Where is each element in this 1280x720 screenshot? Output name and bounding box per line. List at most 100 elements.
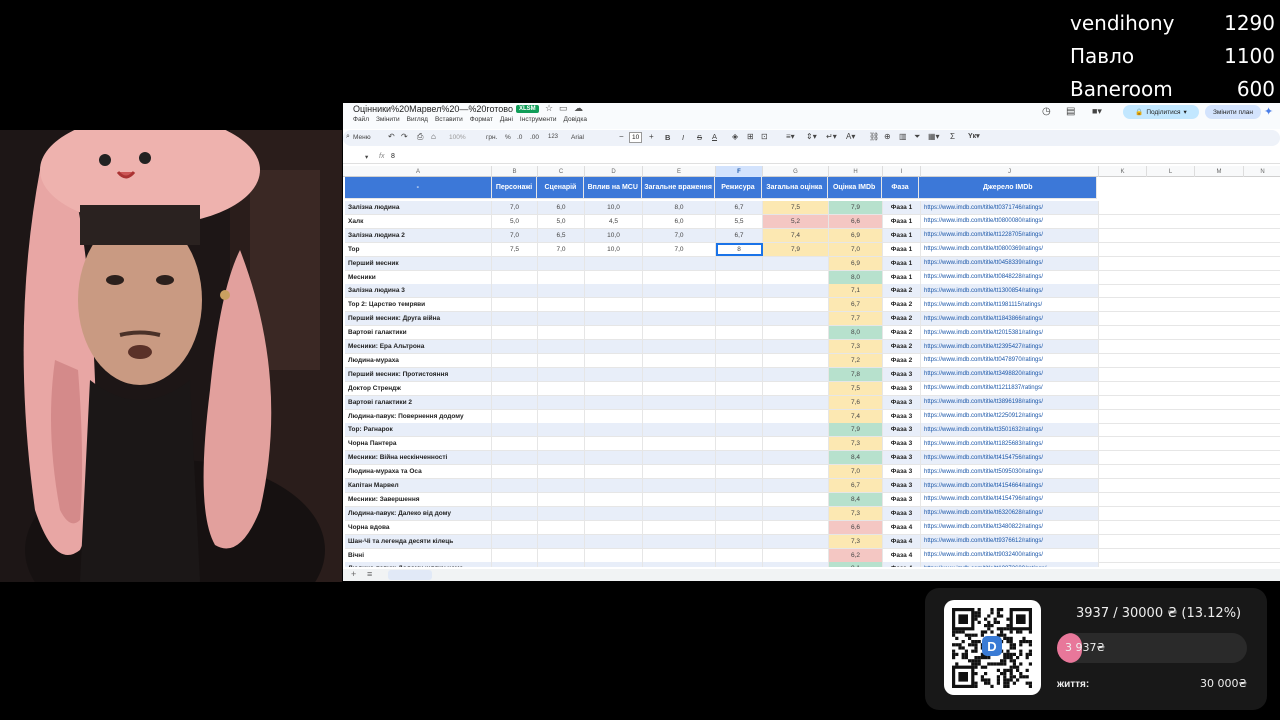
imdb-link-cell[interactable]: https://www.imdb.com/title/tt5095030/rat… xyxy=(921,465,1099,479)
directing-cell[interactable] xyxy=(716,465,763,479)
overall-impression-cell[interactable] xyxy=(643,479,716,492)
menu-search-label[interactable]: Меню xyxy=(353,134,371,141)
total-score-cell[interactable] xyxy=(763,479,829,492)
directing-cell[interactable] xyxy=(716,492,763,506)
selected-cell[interactable]: 8 xyxy=(716,242,763,256)
mcu-impact-cell[interactable] xyxy=(585,465,643,479)
phase-cell[interactable]: Фаза 1 xyxy=(883,201,921,214)
title-cell[interactable]: Тор xyxy=(345,242,492,256)
overall-impression-cell[interactable] xyxy=(643,326,716,340)
imdb-rating-cell[interactable]: 7,5 xyxy=(829,381,883,395)
imdb-rating-cell[interactable]: 7,3 xyxy=(829,340,883,353)
imdb-rating-cell[interactable]: 8,0 xyxy=(829,326,883,340)
directing-cell[interactable]: 5,5 xyxy=(716,214,763,228)
print-icon[interactable]: ⎙ xyxy=(417,132,423,142)
mcu-impact-cell[interactable] xyxy=(585,326,643,340)
mcu-impact-cell[interactable] xyxy=(585,340,643,353)
directing-cell[interactable] xyxy=(716,562,763,567)
characters-cell[interactable] xyxy=(492,479,538,492)
directing-cell[interactable] xyxy=(716,506,763,520)
title-cell[interactable]: Доктор Стрендж xyxy=(345,381,492,395)
overall-impression-cell[interactable] xyxy=(643,437,716,451)
decimal-increase-icon[interactable]: .00 xyxy=(530,134,539,141)
cloud-icon[interactable]: ☁ xyxy=(574,103,583,114)
total-score-cell[interactable] xyxy=(763,298,829,312)
title-cell[interactable]: Месники: Ера Альтрона xyxy=(345,340,492,353)
mcu-impact-cell[interactable] xyxy=(585,437,643,451)
imdb-link-cell[interactable]: https://www.imdb.com/title/tt3480822/rat… xyxy=(921,520,1099,534)
column-header[interactable]: L xyxy=(1147,166,1195,177)
formula-input[interactable]: 8 xyxy=(391,153,395,160)
title-cell[interactable]: Перший месник: Друга війна xyxy=(345,312,492,326)
characters-cell[interactable] xyxy=(492,548,538,562)
screenplay-cell[interactable] xyxy=(538,367,585,381)
phase-cell[interactable]: Фаза 3 xyxy=(883,395,921,409)
menu-item[interactable]: Вигляд xyxy=(407,116,428,123)
decimal-decrease-icon[interactable]: .0 xyxy=(517,134,522,141)
header-cell[interactable]: Персонажі xyxy=(491,177,538,198)
directing-cell[interactable] xyxy=(716,284,763,298)
imdb-rating-cell[interactable]: 7,2 xyxy=(829,353,883,367)
total-score-cell[interactable] xyxy=(763,506,829,520)
mcu-impact-cell[interactable]: 10,0 xyxy=(585,242,643,256)
title-cell[interactable]: Людина-мураха xyxy=(345,353,492,367)
menu-item[interactable]: Змінити xyxy=(376,116,400,123)
phase-cell[interactable]: Фаза 3 xyxy=(883,437,921,451)
mcu-impact-cell[interactable] xyxy=(585,520,643,534)
phase-cell[interactable]: Фаза 1 xyxy=(883,228,921,242)
imdb-link-cell[interactable]: https://www.imdb.com/title/tt0371746/rat… xyxy=(921,201,1099,214)
mcu-impact-cell[interactable] xyxy=(585,492,643,506)
directing-cell[interactable] xyxy=(716,298,763,312)
video-call-icon[interactable]: ■▾ xyxy=(1092,106,1102,117)
characters-cell[interactable] xyxy=(492,423,538,437)
phase-cell[interactable]: Фаза 4 xyxy=(883,534,921,548)
imdb-link-cell[interactable]: https://www.imdb.com/title/tt2250912/rat… xyxy=(921,409,1099,423)
change-plan-button[interactable]: Змінити план xyxy=(1205,105,1261,119)
overall-impression-cell[interactable]: 7,0 xyxy=(643,242,716,256)
mcu-impact-cell[interactable] xyxy=(585,451,643,465)
total-score-cell[interactable] xyxy=(763,395,829,409)
percent-button[interactable]: % xyxy=(505,134,511,141)
screenplay-cell[interactable] xyxy=(538,340,585,353)
overall-impression-cell[interactable] xyxy=(643,548,716,562)
total-score-cell[interactable] xyxy=(763,367,829,381)
screenplay-cell[interactable] xyxy=(538,256,585,270)
overall-impression-cell[interactable] xyxy=(643,284,716,298)
imdb-rating-cell[interactable]: 6,6 xyxy=(829,520,883,534)
total-score-cell[interactable]: 7,5 xyxy=(763,201,829,214)
characters-cell[interactable] xyxy=(492,520,538,534)
directing-cell[interactable] xyxy=(716,395,763,409)
overall-impression-cell[interactable] xyxy=(643,520,716,534)
mcu-impact-cell[interactable]: 10,0 xyxy=(585,228,643,242)
bold-icon[interactable]: B xyxy=(665,133,670,142)
column-header[interactable]: M xyxy=(1195,166,1244,177)
filter-icon[interactable]: ⏷ xyxy=(914,132,920,142)
characters-cell[interactable] xyxy=(492,506,538,520)
doc-title[interactable]: Оцінники%20Марвел%20—%20готово xyxy=(353,104,513,114)
overall-impression-cell[interactable] xyxy=(643,298,716,312)
directing-cell[interactable] xyxy=(716,312,763,326)
directing-cell[interactable] xyxy=(716,437,763,451)
title-cell[interactable]: Вартові галактики xyxy=(345,326,492,340)
menu-item[interactable]: Дані xyxy=(500,116,513,123)
characters-cell[interactable] xyxy=(492,298,538,312)
phase-cell[interactable]: Фаза 2 xyxy=(883,284,921,298)
overall-impression-cell[interactable] xyxy=(643,353,716,367)
characters-cell[interactable] xyxy=(492,409,538,423)
imdb-link-cell[interactable]: https://www.imdb.com/title/tt0848228/rat… xyxy=(921,270,1099,284)
overall-impression-cell[interactable]: 8,0 xyxy=(643,201,716,214)
input-tools-icon[interactable]: Yк▾ xyxy=(968,132,980,140)
characters-cell[interactable] xyxy=(492,562,538,567)
overall-impression-cell[interactable] xyxy=(643,465,716,479)
phase-cell[interactable]: Фаза 2 xyxy=(883,298,921,312)
menu-item[interactable]: Вставити xyxy=(435,116,463,123)
screenplay-cell[interactable] xyxy=(538,284,585,298)
imdb-rating-cell[interactable]: 7,0 xyxy=(829,242,883,256)
imdb-link-cell[interactable]: https://www.imdb.com/title/tt0458339/rat… xyxy=(921,256,1099,270)
screenplay-cell[interactable] xyxy=(538,562,585,567)
title-cell[interactable]: Вартові галактики 2 xyxy=(345,395,492,409)
phase-cell[interactable]: Фаза 2 xyxy=(883,312,921,326)
overall-impression-cell[interactable] xyxy=(643,562,716,567)
total-score-cell[interactable] xyxy=(763,465,829,479)
font-size-increase-icon[interactable]: + xyxy=(649,132,654,141)
